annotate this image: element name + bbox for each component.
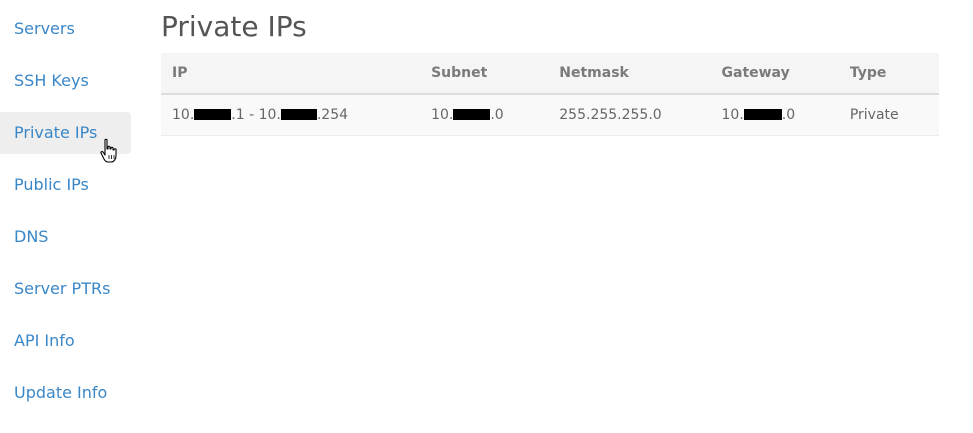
table-row: 10. .1 - 10. .254 10. .0 255.255.255.0 10..…	[161, 94, 939, 136]
sidebar-item-update-info[interactable]: Update Info	[0, 372, 131, 414]
subnet-prefix: 10.	[431, 107, 454, 123]
gateway-prefix: 10.	[721, 107, 744, 123]
ip-suffix: .254	[316, 107, 349, 123]
sidebar-item-public-ips[interactable]: Public IPs	[0, 164, 131, 206]
sidebar-item-servers[interactable]: Servers	[0, 8, 131, 50]
cell-netmask: 255.255.255.0	[548, 94, 711, 136]
sidebar-item-api-info[interactable]: API Info	[0, 320, 131, 362]
subnet-suffix: .0	[490, 107, 504, 123]
column-header-netmask: Netmask	[548, 53, 711, 95]
page-title: Private IPs	[161, 10, 307, 43]
sidebar-item-ssh-keys[interactable]: SSH Keys	[0, 60, 131, 102]
cell-subnet: 10. .0	[420, 94, 549, 136]
sidebar-item-private-ips[interactable]: Private IPs	[0, 112, 131, 154]
private-ips-table: IP Subnet Netmask Gateway Type 10. .1 - 1…	[161, 53, 939, 136]
redaction-block	[743, 109, 782, 120]
redaction-block	[194, 109, 232, 120]
column-header-type: Type	[838, 53, 939, 95]
column-header-ip: IP	[161, 53, 421, 95]
ip-mid: .1 - 10.	[231, 107, 281, 123]
column-header-gateway: Gateway	[710, 53, 839, 95]
app-layout: Servers SSH Keys Private IPs Public IPs …	[0, 0, 973, 433]
sidebar-item-dns[interactable]: DNS	[0, 216, 131, 258]
gateway-suffix: .0	[781, 107, 796, 123]
ip-prefix: 10.	[172, 107, 195, 123]
column-header-subnet: Subnet	[420, 53, 549, 95]
redaction-block	[280, 109, 317, 120]
sidebar-item-server-ptrs[interactable]: Server PTRs	[0, 268, 131, 310]
table-header-row: IP Subnet Netmask Gateway Type	[161, 53, 939, 95]
cell-type: Private	[838, 94, 939, 136]
sidebar-nav: Servers SSH Keys Private IPs Public IPs …	[0, 0, 131, 433]
redaction-block	[453, 109, 491, 120]
cell-ip-range: 10. .1 - 10. .254	[161, 94, 421, 136]
cell-gateway: 10. .0	[710, 94, 839, 136]
